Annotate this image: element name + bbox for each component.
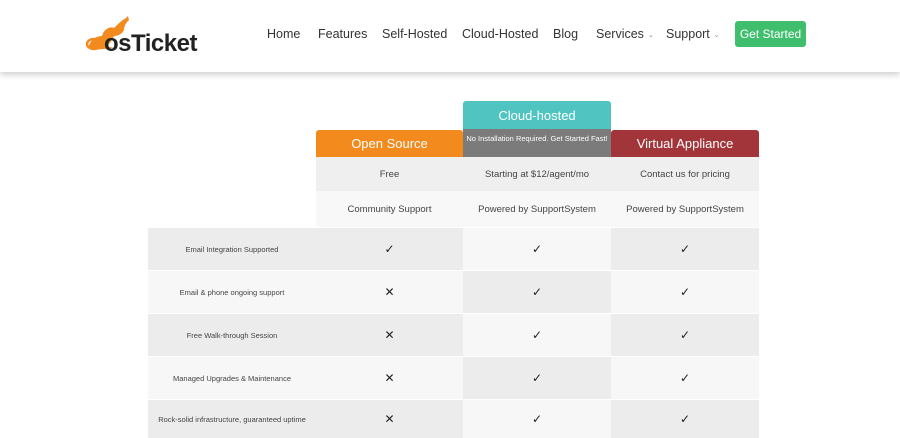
feature-label: Managed Upgrades & Maintenance — [148, 357, 316, 399]
feature-mark: ✓ — [463, 400, 611, 438]
nav-blog[interactable]: Blog — [553, 27, 578, 41]
price-cloud-hosted: Starting at $12/agent/mo — [463, 157, 611, 191]
support-virtual-appliance: Powered by SupportSystem — [611, 191, 759, 227]
feature-mark: ✓ — [611, 228, 759, 270]
feature-mark: ✕ — [316, 400, 463, 438]
feature-mark: ✕ — [316, 271, 463, 313]
support-open-source: Community Support — [316, 191, 463, 227]
chevron-down-icon: ⌄ — [647, 31, 654, 39]
nav-self-hosted[interactable]: Self-Hosted — [382, 27, 447, 41]
nav-support-label: Support — [666, 27, 710, 41]
feature-mark: ✓ — [463, 228, 611, 270]
feature-mark: ✓ — [463, 314, 611, 356]
site-header: osTicket Home Features Self-Hosted Cloud… — [0, 0, 900, 72]
feature-mark: ✓ — [611, 271, 759, 313]
column-header-virtual-appliance: Virtual Appliance — [611, 130, 759, 157]
nav-support[interactable]: Support ⌄ — [666, 27, 720, 41]
nav-home[interactable]: Home — [267, 27, 300, 41]
support-cloud-hosted: Powered by SupportSystem — [463, 191, 611, 227]
cloud-hosted-subtitle: No Installation Required. Get Started Fa… — [463, 129, 611, 157]
feature-mark: ✓ — [463, 357, 611, 399]
nav-services-label: Services — [596, 27, 644, 41]
column-header-open-source: Open Source — [316, 130, 463, 157]
get-started-button[interactable]: Get Started — [735, 21, 806, 47]
nav-cloud-hosted[interactable]: Cloud-Hosted — [462, 27, 538, 41]
price-virtual-appliance: Contact us for pricing — [611, 157, 759, 191]
column-header-cloud-hosted: Cloud-hosted — [463, 101, 611, 129]
feature-mark: ✓ — [316, 228, 463, 270]
feature-mark: ✕ — [316, 314, 463, 356]
feature-label: Email & phone ongoing support — [148, 271, 316, 313]
chevron-down-icon: ⌄ — [713, 31, 720, 39]
feature-mark: ✓ — [611, 400, 759, 438]
feature-mark: ✓ — [611, 314, 759, 356]
nav-services[interactable]: Services ⌄ — [596, 27, 654, 41]
feature-mark: ✓ — [463, 271, 611, 313]
feature-mark: ✓ — [611, 357, 759, 399]
nav-features[interactable]: Features — [318, 27, 367, 41]
feature-label: Rock-solid infrastructure, guaranteed up… — [148, 400, 316, 438]
feature-mark: ✕ — [316, 357, 463, 399]
feature-label: Email Integration Supported — [148, 228, 316, 270]
price-open-source: Free — [316, 157, 463, 191]
feature-label: Free Walk-through Session — [148, 314, 316, 356]
